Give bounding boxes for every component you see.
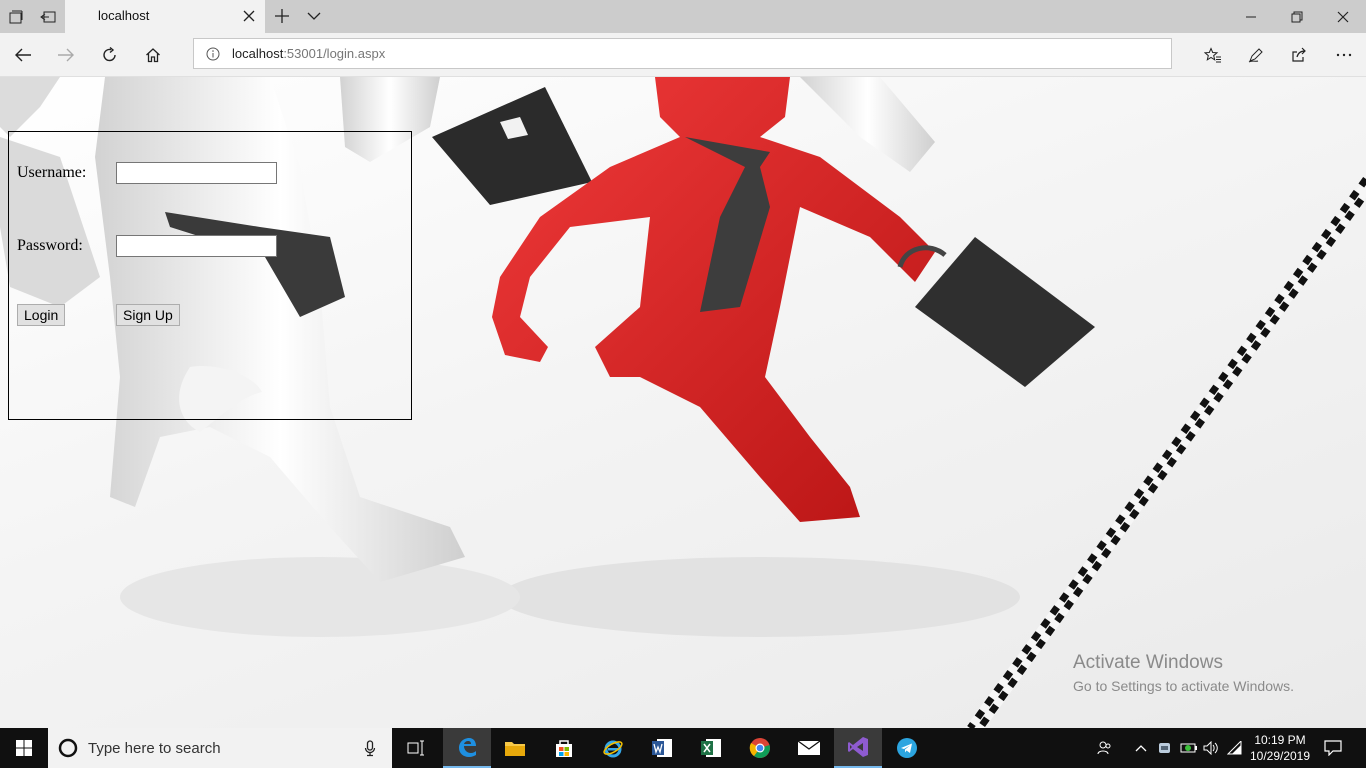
login-form: Username: Password: Login Sign Up bbox=[8, 131, 412, 420]
chevron-down-icon[interactable] bbox=[304, 8, 324, 24]
task-view-icon[interactable] bbox=[392, 728, 440, 768]
refresh-button[interactable] bbox=[90, 37, 130, 73]
clock[interactable]: 10:19 PM 10/29/2019 bbox=[1246, 732, 1314, 764]
page-content: Username: Password: Login Sign Up Activa… bbox=[0, 77, 1366, 728]
set-tabs-aside-icon[interactable] bbox=[32, 0, 64, 33]
info-icon[interactable] bbox=[206, 47, 220, 61]
watermark-title: Activate Windows bbox=[1073, 652, 1223, 673]
wifi-icon[interactable] bbox=[1225, 728, 1245, 768]
minimize-button[interactable] bbox=[1228, 0, 1274, 33]
username-input[interactable] bbox=[116, 162, 277, 184]
start-button[interactable] bbox=[0, 728, 48, 768]
visual-studio-icon[interactable] bbox=[834, 728, 882, 768]
cortana-icon bbox=[58, 738, 78, 758]
favorites-button[interactable] bbox=[1193, 37, 1233, 73]
telegram-icon[interactable] bbox=[883, 728, 931, 768]
chrome-icon[interactable] bbox=[736, 728, 784, 768]
restore-button[interactable] bbox=[1274, 0, 1320, 33]
file-explorer-icon[interactable] bbox=[491, 728, 539, 768]
edge-icon[interactable] bbox=[443, 728, 491, 768]
navigation-bar: localhost:53001/login.aspx bbox=[0, 33, 1366, 77]
clock-time: 10:19 PM bbox=[1254, 733, 1306, 747]
excel-icon[interactable] bbox=[687, 728, 735, 768]
address-host: localhost bbox=[232, 46, 284, 61]
password-input[interactable] bbox=[116, 235, 277, 257]
back-button[interactable] bbox=[3, 37, 43, 73]
new-tab-icon[interactable] bbox=[272, 8, 292, 24]
battery-icon[interactable] bbox=[1179, 728, 1199, 768]
tab-bar: localhost bbox=[0, 0, 1366, 33]
forward-button[interactable] bbox=[46, 37, 86, 73]
close-window-button[interactable] bbox=[1320, 0, 1366, 33]
microphone-icon[interactable] bbox=[364, 740, 376, 757]
address-path: :53001/login.aspx bbox=[283, 46, 386, 61]
taskbar-search[interactable]: Type here to search bbox=[48, 728, 392, 768]
show-hidden-icons-chevron-icon[interactable] bbox=[1131, 728, 1151, 768]
signup-button[interactable]: Sign Up bbox=[116, 304, 180, 326]
search-placeholder: Type here to search bbox=[88, 740, 221, 757]
address-url: localhost:53001/login.aspx bbox=[232, 46, 385, 61]
clock-date: 10/29/2019 bbox=[1249, 749, 1311, 763]
internet-explorer-icon[interactable] bbox=[589, 728, 637, 768]
mail-icon[interactable] bbox=[785, 728, 833, 768]
watermark-subtitle: Go to Settings to activate Windows. bbox=[1073, 678, 1294, 694]
store-icon[interactable] bbox=[540, 728, 588, 768]
more-icon[interactable] bbox=[1324, 37, 1364, 73]
notifications-icon[interactable] bbox=[1320, 728, 1346, 768]
volume-icon[interactable] bbox=[1201, 728, 1221, 768]
pen-icon[interactable] bbox=[1236, 37, 1276, 73]
username-label: Username: bbox=[17, 164, 87, 181]
people-icon[interactable] bbox=[1094, 728, 1116, 768]
windows-icon bbox=[16, 740, 32, 756]
password-label: Password: bbox=[17, 237, 83, 254]
share-icon[interactable] bbox=[1279, 37, 1319, 73]
home-button[interactable] bbox=[133, 37, 173, 73]
taskbar: Type here to search 10:19 PM 10/29/2019 bbox=[0, 728, 1366, 768]
tab-localhost[interactable]: localhost bbox=[65, 0, 265, 33]
address-bar[interactable]: localhost:53001/login.aspx bbox=[193, 38, 1172, 69]
word-icon[interactable] bbox=[638, 728, 686, 768]
close-tab-icon[interactable] bbox=[241, 8, 257, 24]
tabs-aside-icon[interactable] bbox=[0, 0, 32, 33]
tab-title: localhost bbox=[98, 8, 150, 23]
onedrive-icon[interactable] bbox=[1155, 728, 1175, 768]
login-button[interactable]: Login bbox=[17, 304, 66, 326]
activate-windows-watermark: Activate Windows Go to Settings to activ… bbox=[1073, 652, 1294, 694]
